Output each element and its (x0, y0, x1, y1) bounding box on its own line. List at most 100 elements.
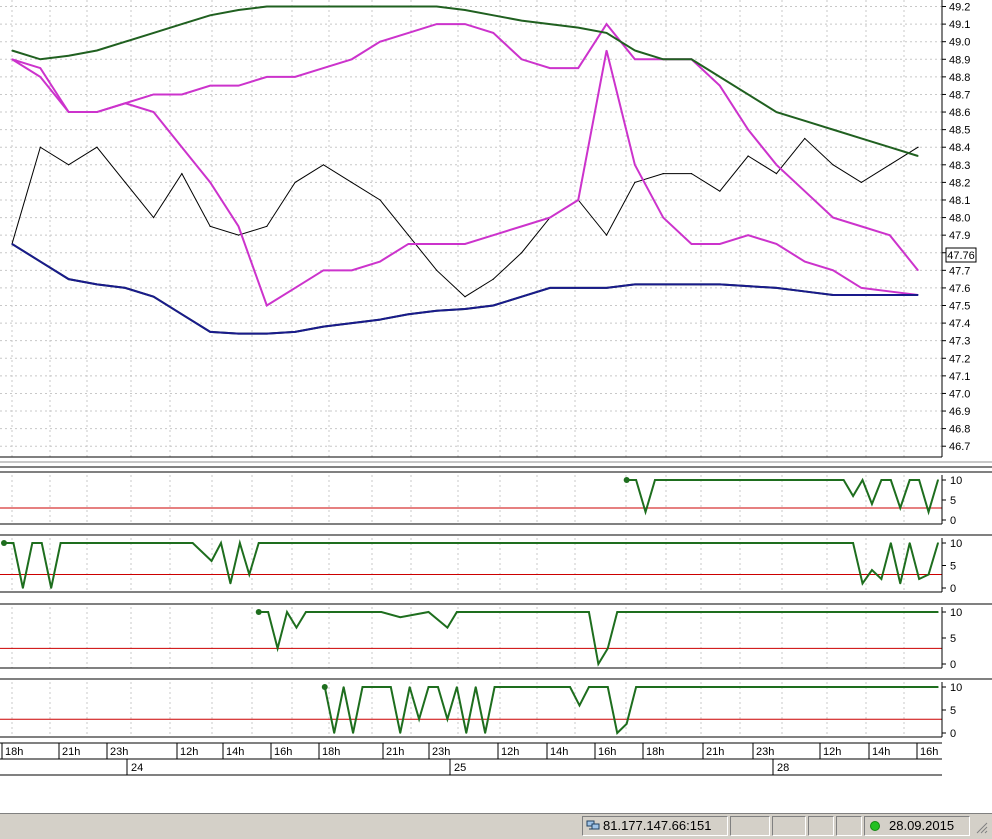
price-point (39, 76, 41, 78)
price-tick-label: 47.5 (949, 301, 970, 313)
price-point (209, 85, 211, 87)
indicator-point (635, 479, 637, 481)
price-tick-label: 48.9 (949, 54, 970, 66)
indicator-point (569, 611, 571, 613)
price-point (294, 76, 296, 78)
indicator-pane-3: 10 5 0 (0, 603, 992, 671)
price-point (492, 32, 494, 34)
indicator-point (390, 686, 392, 688)
indicator-point (937, 686, 939, 688)
indicator-point (625, 723, 628, 725)
price-point (917, 269, 919, 271)
indicator-point (333, 611, 336, 613)
price-point (68, 278, 70, 280)
price-point (351, 58, 353, 60)
indicator-point (710, 479, 713, 481)
indicator-point (446, 626, 449, 629)
price-point (68, 111, 70, 113)
indicator-point (437, 686, 439, 688)
price-point (492, 304, 494, 307)
hour-label: 21h (706, 746, 724, 758)
price-point (407, 243, 409, 245)
price-point (521, 19, 523, 22)
indicator-point (220, 542, 222, 544)
indicator-point (314, 611, 317, 613)
price-point (407, 32, 409, 34)
day-labels: 24 25 28 (126, 759, 789, 775)
price-point (832, 129, 834, 131)
price-tick-label: 47.6 (949, 283, 970, 295)
indicator-point (908, 479, 911, 481)
indicator-tick-label: 0 (950, 515, 956, 527)
indicator-tick-label: 5 (950, 705, 956, 717)
price-point (152, 296, 155, 298)
price-point (181, 313, 183, 315)
price-tick-label: 48.0 (949, 213, 970, 225)
price-point (605, 32, 608, 34)
indicator-point (682, 479, 685, 481)
indicator-point (644, 511, 647, 513)
price-point (436, 243, 438, 245)
indicator-tick-label: 0 (950, 728, 956, 740)
price-point (521, 58, 523, 60)
price-point (775, 287, 778, 289)
indicator-point (427, 611, 430, 613)
indicator-point (352, 732, 354, 734)
price-point (407, 313, 409, 315)
price-point (605, 287, 608, 289)
indicator-point (399, 732, 402, 734)
price-point (889, 290, 891, 293)
resize-grip-icon[interactable] (974, 820, 988, 834)
price-point (152, 216, 155, 219)
price-point (68, 164, 70, 166)
indicator-tick-label: 5 (950, 495, 956, 507)
indicator-point (484, 732, 486, 734)
price-point (379, 260, 381, 263)
price-point (237, 234, 240, 236)
price-point (605, 49, 608, 52)
hour-label: 23h (756, 746, 774, 758)
price-point (11, 243, 13, 245)
price-point (690, 58, 693, 60)
price-point (351, 269, 353, 271)
price-tick-label: 47.4 (949, 318, 970, 330)
price-point (351, 5, 353, 8)
indicator-point (59, 542, 62, 544)
indicator-point (408, 686, 411, 688)
indicator-point (588, 611, 590, 613)
price-point (690, 243, 693, 245)
hour-label: 18h (5, 746, 23, 758)
price-point (634, 49, 636, 52)
indicator-point (257, 542, 260, 544)
price-point (39, 58, 41, 60)
connection-address: 81.177.147.66:151 (603, 818, 712, 833)
indicator-point (578, 704, 581, 707)
indicator-point (456, 611, 458, 613)
hour-label: 14h (226, 746, 244, 758)
indicator-point (625, 611, 628, 613)
hour-label: 16h (598, 746, 616, 758)
indicator-point (654, 479, 656, 481)
price-point (436, 23, 438, 25)
status-panel-empty-2 (772, 816, 806, 836)
price-point (39, 67, 41, 69)
price-point (322, 67, 325, 69)
hour-label: 18h (646, 746, 664, 758)
price-tick-label: 49.1 (949, 19, 970, 31)
price-point (804, 260, 806, 263)
network-icon (586, 820, 600, 830)
connection-panel: 81.177.147.66:151 (582, 816, 728, 836)
price-point (775, 243, 778, 245)
indicator-pane-1: 10 5 0 (0, 471, 992, 527)
price-point (351, 181, 353, 183)
indicator-point (871, 569, 873, 571)
price-point (124, 287, 126, 289)
price-point (209, 14, 211, 16)
price-point (775, 164, 778, 166)
indicator-point (191, 542, 194, 544)
hour-labels: 18h 21h 23h 12h 14h 16h 18h 21h 23h 12h 14h 16h 18h 2… (1, 743, 938, 759)
price-point (266, 225, 268, 227)
price-point (690, 172, 693, 175)
indicator-point (465, 732, 468, 734)
price-point (832, 164, 834, 166)
